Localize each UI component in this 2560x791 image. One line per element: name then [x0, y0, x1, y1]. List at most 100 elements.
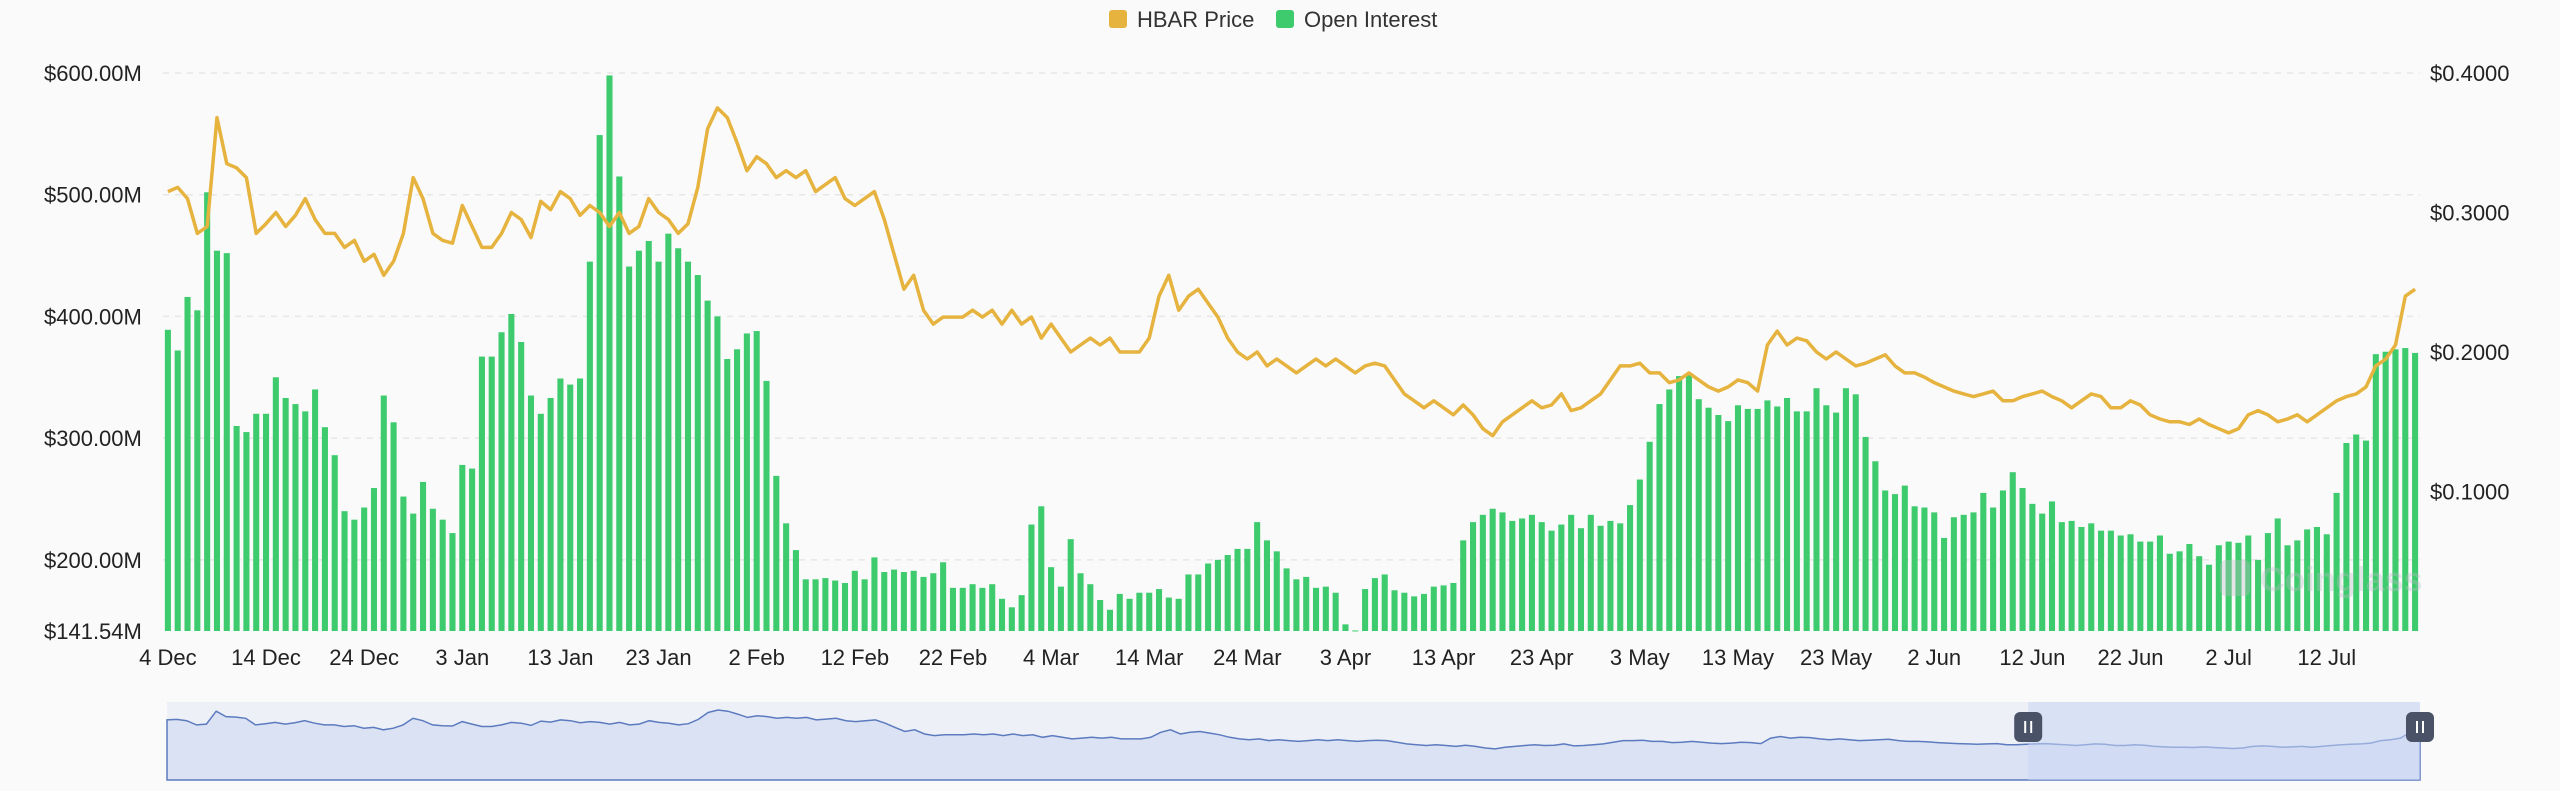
open-interest-bar[interactable]: [1617, 523, 1624, 631]
open-interest-bar[interactable]: [2353, 434, 2360, 631]
open-interest-bar[interactable]: [1401, 592, 1408, 631]
open-interest-bar[interactable]: [312, 389, 319, 631]
open-interest-bar[interactable]: [557, 378, 564, 632]
open-interest-bar[interactable]: [184, 296, 191, 631]
open-interest-bar[interactable]: [1205, 563, 1212, 632]
legend[interactable]: HBAR Price Open Interest: [1109, 7, 1437, 32]
open-interest-bar[interactable]: [213, 250, 221, 631]
open-interest-bar[interactable]: [2196, 556, 2203, 631]
open-interest-bar[interactable]: [1028, 524, 1035, 631]
open-interest-bar[interactable]: [518, 341, 525, 631]
open-interest-bar[interactable]: [527, 395, 535, 631]
open-interest-bar[interactable]: [1067, 539, 1074, 631]
open-interest-bar[interactable]: [724, 359, 731, 631]
open-interest-bar[interactable]: [1371, 578, 1378, 631]
open-interest-bar[interactable]: [1999, 490, 2006, 631]
open-interest-bar[interactable]: [1509, 520, 1516, 631]
open-interest-bar[interactable]: [2098, 530, 2105, 631]
open-interest-bar[interactable]: [684, 261, 692, 631]
open-interest-bar[interactable]: [1460, 540, 1467, 631]
open-interest-bar[interactable]: [439, 519, 446, 631]
open-interest-bar[interactable]: [1106, 609, 1113, 631]
open-interest-bar[interactable]: [1293, 579, 1300, 631]
open-interest-bar[interactable]: [1146, 592, 1153, 631]
open-interest-bar[interactable]: [1941, 537, 1948, 631]
open-interest-bar[interactable]: [606, 75, 613, 632]
open-interest-bar[interactable]: [1136, 592, 1143, 631]
open-interest-bar[interactable]: [1038, 506, 1045, 631]
open-interest-bar[interactable]: [2039, 513, 2046, 631]
open-interest-bar[interactable]: [449, 533, 456, 631]
open-interest-bar[interactable]: [1636, 479, 1643, 631]
open-interest-bar[interactable]: [2009, 472, 2016, 631]
open-interest-bar[interactable]: [1685, 374, 1692, 631]
open-interest-bar[interactable]: [1312, 587, 1320, 631]
open-interest-bar[interactable]: [2205, 564, 2213, 631]
open-interest-bar[interactable]: [302, 411, 309, 631]
open-interest-bar[interactable]: [1950, 517, 1957, 631]
open-interest-bar[interactable]: [1362, 589, 1369, 631]
open-interest-bar[interactable]: [1450, 582, 1457, 631]
open-interest-bar[interactable]: [429, 508, 436, 631]
open-interest-bar[interactable]: [1175, 598, 1182, 631]
open-interest-bar[interactable]: [1734, 405, 1742, 631]
open-interest-bar[interactable]: [1381, 574, 1388, 631]
open-interest-bar[interactable]: [1931, 512, 1938, 631]
open-interest-bar[interactable]: [2186, 544, 2193, 631]
open-interest-bar[interactable]: [1597, 525, 1604, 631]
open-interest-bar[interactable]: [743, 333, 750, 631]
open-interest-bar[interactable]: [1548, 530, 1555, 631]
open-interest-bar[interactable]: [1538, 522, 1545, 631]
open-interest-bar[interactable]: [488, 356, 495, 631]
open-interest-bar[interactable]: [920, 576, 927, 631]
legend-item-hbar-price[interactable]: HBAR Price: [1109, 7, 1254, 32]
open-interest-bar[interactable]: [1833, 412, 1840, 631]
open-interest-bar[interactable]: [1234, 548, 1241, 631]
open-interest-bar[interactable]: [616, 176, 623, 631]
open-interest-bar[interactable]: [822, 578, 829, 631]
open-interest-bar[interactable]: [174, 350, 181, 632]
open-interest-bar[interactable]: [321, 427, 328, 631]
navigator-right-handle[interactable]: [2406, 712, 2434, 742]
open-interest-bar[interactable]: [881, 572, 888, 631]
open-interest-bar[interactable]: [969, 584, 976, 631]
open-interest-bar[interactable]: [469, 468, 476, 631]
open-interest-bar[interactable]: [1607, 520, 1614, 631]
open-interest-bar[interactable]: [1165, 597, 1172, 631]
open-interest-bar[interactable]: [370, 488, 378, 631]
open-interest-bar[interactable]: [1862, 436, 1869, 631]
open-interest-bar[interactable]: [2127, 534, 2134, 631]
open-interest-bar[interactable]: [910, 570, 917, 631]
open-interest-bar[interactable]: [2176, 551, 2183, 631]
open-interest-bar[interactable]: [2107, 530, 2114, 631]
open-interest-bar[interactable]: [1440, 585, 1447, 631]
open-interest-bar[interactable]: [1263, 540, 1271, 631]
open-interest-bars[interactable]: [164, 75, 2419, 632]
open-interest-bar[interactable]: [783, 523, 790, 631]
open-interest-bar[interactable]: [2048, 501, 2056, 631]
open-interest-bar[interactable]: [1411, 596, 1418, 631]
open-interest-bar[interactable]: [1695, 399, 1702, 631]
open-interest-bar[interactable]: [1116, 593, 1123, 631]
open-interest-bar[interactable]: [2117, 535, 2124, 632]
open-interest-bar[interactable]: [1666, 389, 1673, 631]
open-interest-bar[interactable]: [959, 587, 966, 631]
open-interest-bar[interactable]: [1587, 514, 1594, 631]
open-interest-bar[interactable]: [164, 329, 171, 631]
open-interest-bar[interactable]: [2088, 523, 2095, 631]
open-interest-bar[interactable]: [1813, 388, 1820, 631]
open-interest-bar[interactable]: [420, 481, 427, 631]
open-interest-bar[interactable]: [1970, 512, 1977, 631]
open-interest-bar[interactable]: [645, 240, 652, 631]
open-interest-bar[interactable]: [341, 511, 348, 631]
navigator-selected-window[interactable]: [2028, 702, 2420, 780]
open-interest-bar[interactable]: [577, 378, 584, 632]
open-interest-bar[interactable]: [1744, 408, 1751, 631]
open-interest-bar[interactable]: [1656, 404, 1663, 631]
open-interest-bar[interactable]: [1823, 405, 1830, 631]
open-interest-bar[interactable]: [694, 275, 701, 631]
open-interest-bar[interactable]: [1921, 507, 1928, 631]
open-interest-bar[interactable]: [331, 455, 338, 631]
open-interest-bar[interactable]: [1558, 524, 1565, 631]
open-interest-bar[interactable]: [734, 349, 741, 631]
